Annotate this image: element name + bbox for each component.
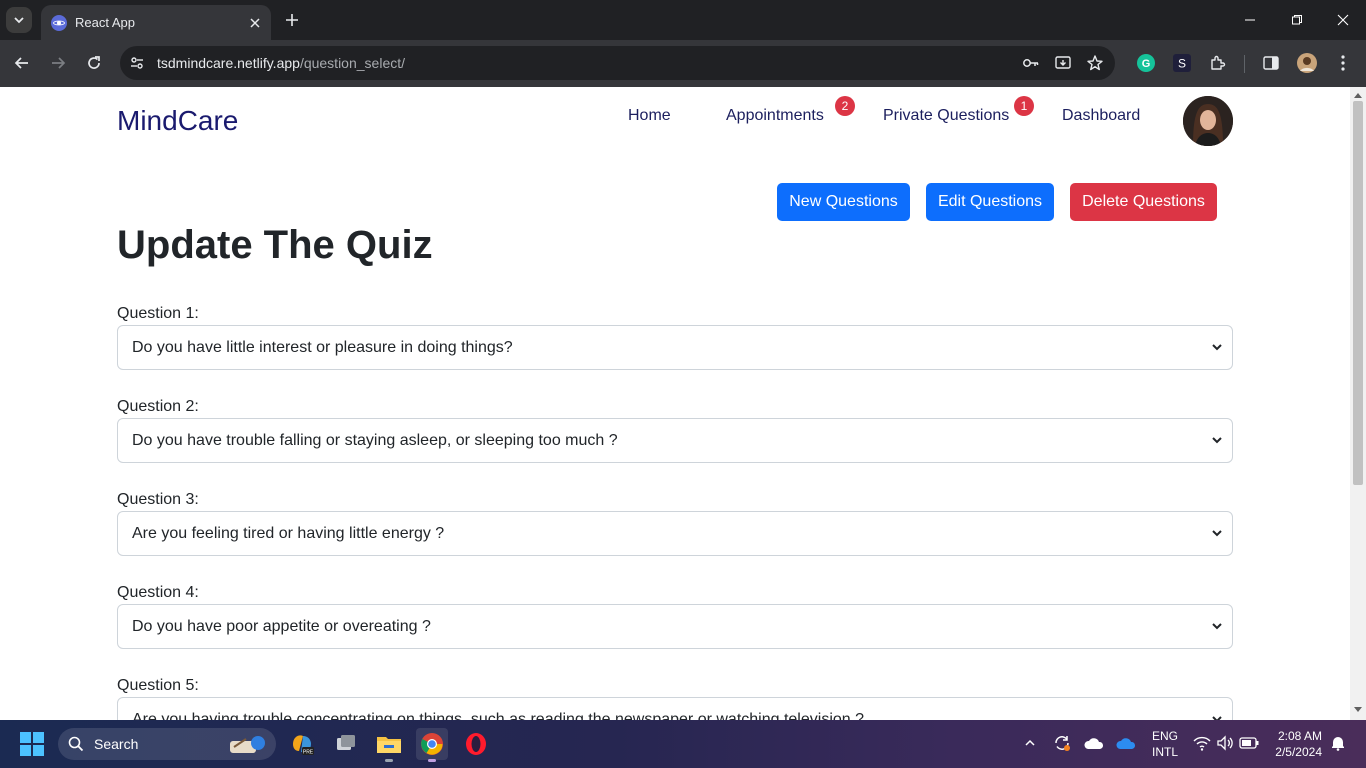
opera-app-icon[interactable] <box>460 728 492 760</box>
page-scrollbar[interactable] <box>1350 87 1366 720</box>
copilot-pre-app-icon[interactable]: PRE <box>286 728 318 760</box>
tab-close-icon[interactable] <box>245 13 265 33</box>
input-language-indicator[interactable]: ENG INTL <box>1152 728 1178 760</box>
notification-bell-icon[interactable] <box>1327 732 1349 754</box>
taskbar-search-label: Search <box>94 736 139 752</box>
nav-link-private-questions[interactable]: Private Questions <box>883 107 1009 125</box>
show-hidden-icons-chevron-icon[interactable] <box>1019 732 1041 754</box>
chevron-down-icon <box>1212 530 1222 537</box>
scroll-down-arrow-icon[interactable] <box>1354 707 1362 712</box>
windows-start-icon[interactable] <box>20 732 44 756</box>
profile-avatar-icon[interactable] <box>1295 51 1319 75</box>
url-host: tsdmindcare.netlify.app <box>157 55 300 71</box>
question-4-select[interactable]: Do you have poor appetite or overeating … <box>117 604 1233 649</box>
back-arrow-icon[interactable] <box>10 51 34 75</box>
question-5-selected-value: Are you having trouble concentrating on … <box>132 710 865 721</box>
question-1-selected-value: Do you have little interest or pleasure … <box>132 338 513 356</box>
svg-text:PRE: PRE <box>303 750 314 756</box>
sync-update-icon[interactable] <box>1051 732 1073 754</box>
nav-link-dashboard[interactable]: Dashboard <box>1062 107 1140 125</box>
question-4-label: Question 4: <box>117 584 199 601</box>
question-3-select[interactable]: Are you feeling tired or having little e… <box>117 511 1233 556</box>
password-key-icon[interactable] <box>1019 51 1043 75</box>
search-icon <box>68 736 84 752</box>
clock-time: 2:08 AM <box>1277 729 1322 743</box>
question-5-label: Question 5: <box>117 677 199 694</box>
chevron-down-icon <box>14 17 24 24</box>
browser-tabstrip: React App <box>0 0 1366 40</box>
edit-questions-button[interactable]: Edit Questions <box>926 183 1054 221</box>
minimize-icon[interactable] <box>1238 8 1262 32</box>
side-panel-icon[interactable] <box>1259 51 1283 75</box>
scrollbar-thumb[interactable] <box>1353 101 1363 485</box>
extensions-puzzle-icon[interactable] <box>1206 51 1230 75</box>
svg-text:S: S <box>1178 57 1186 71</box>
url-text[interactable]: tsdmindcare.netlify.app/question_select/ <box>157 55 1019 71</box>
more-options-kebab-icon[interactable] <box>1331 51 1355 75</box>
question-2-label: Question 2: <box>117 398 199 415</box>
s-extension-icon[interactable]: S <box>1170 51 1194 75</box>
close-window-icon[interactable] <box>1331 8 1355 32</box>
delete-questions-button[interactable]: Delete Questions <box>1070 183 1217 221</box>
reload-icon[interactable] <box>82 51 106 75</box>
page-title: Update The Quiz <box>117 223 433 267</box>
scroll-up-arrow-icon[interactable] <box>1354 93 1362 98</box>
site-settings-icon[interactable] <box>125 51 149 75</box>
file-explorer-icon[interactable] <box>373 728 405 762</box>
react-favicon-icon <box>51 14 67 31</box>
battery-icon[interactable] <box>1238 732 1260 754</box>
address-bar[interactable]: tsdmindcare.netlify.app/question_select/ <box>120 46 1115 80</box>
chrome-app-icon[interactable] <box>416 728 448 762</box>
windows-taskbar: Search PRE ENG INTL 2:08 AM 2/5/2024 <box>0 720 1366 768</box>
bookmark-star-icon[interactable] <box>1083 51 1107 75</box>
question-3-selected-value: Are you feeling tired or having little e… <box>132 524 445 542</box>
language-code: ENG <box>1152 729 1179 743</box>
search-highlight-illustration-icon <box>230 736 265 753</box>
browser-toolbar: tsdmindcare.netlify.app/question_select/… <box>0 40 1366 87</box>
page-viewport: MindCare Home Appointments 2 Private Que… <box>0 87 1350 720</box>
forward-arrow-icon[interactable] <box>46 51 70 75</box>
new-questions-button[interactable]: New Questions <box>777 183 910 221</box>
question-1-label: Question 1: <box>117 305 199 322</box>
nav-link-home[interactable]: Home <box>628 107 671 125</box>
toolbar-divider <box>1244 55 1245 73</box>
running-indicator <box>428 759 436 762</box>
tab-title: React App <box>75 15 135 30</box>
chevron-down-icon <box>1212 437 1222 444</box>
question-2-select[interactable]: Do you have trouble falling or staying a… <box>117 418 1233 463</box>
chevron-down-icon <box>1212 623 1222 630</box>
clock-date: 2/5/2024 <box>1275 745 1322 759</box>
volume-speaker-icon[interactable] <box>1214 732 1236 754</box>
grammarly-extension-icon[interactable]: G <box>1134 51 1158 75</box>
svg-text:G: G <box>1142 58 1151 70</box>
taskbar-clock[interactable]: 2:08 AM 2/5/2024 <box>1268 728 1322 760</box>
restore-icon[interactable] <box>1285 8 1309 32</box>
question-4-selected-value: Do you have poor appetite or overeating … <box>132 617 431 635</box>
task-view-icon[interactable] <box>330 728 362 760</box>
nav-link-appointments[interactable]: Appointments <box>726 107 824 125</box>
install-app-icon[interactable] <box>1051 51 1075 75</box>
onedrive-personal-cloud-icon[interactable] <box>1083 732 1105 754</box>
running-indicator <box>385 759 393 762</box>
question-2-selected-value: Do you have trouble falling or staying a… <box>132 431 618 449</box>
user-avatar[interactable] <box>1183 96 1233 146</box>
question-1-select[interactable]: Do you have little interest or pleasure … <box>117 325 1233 370</box>
question-5-select[interactable]: Are you having trouble concentrating on … <box>117 697 1233 720</box>
keyboard-layout: INTL <box>1152 745 1179 759</box>
brand-logo-text[interactable]: MindCare <box>117 105 238 137</box>
private-questions-count-badge: 1 <box>1014 96 1034 116</box>
question-3-label: Question 3: <box>117 491 199 508</box>
url-path: /question_select/ <box>299 55 406 71</box>
chevron-down-icon <box>1212 716 1222 720</box>
onedrive-business-cloud-icon[interactable] <box>1115 732 1137 754</box>
chevron-down-icon <box>1212 344 1222 351</box>
appointments-count-badge: 2 <box>835 96 855 116</box>
wifi-icon[interactable] <box>1191 732 1213 754</box>
browser-tab-active[interactable]: React App <box>41 5 271 40</box>
taskbar-search-box[interactable]: Search <box>58 728 276 760</box>
new-tab-plus-icon[interactable] <box>282 10 302 30</box>
tab-search-button[interactable] <box>6 7 32 33</box>
